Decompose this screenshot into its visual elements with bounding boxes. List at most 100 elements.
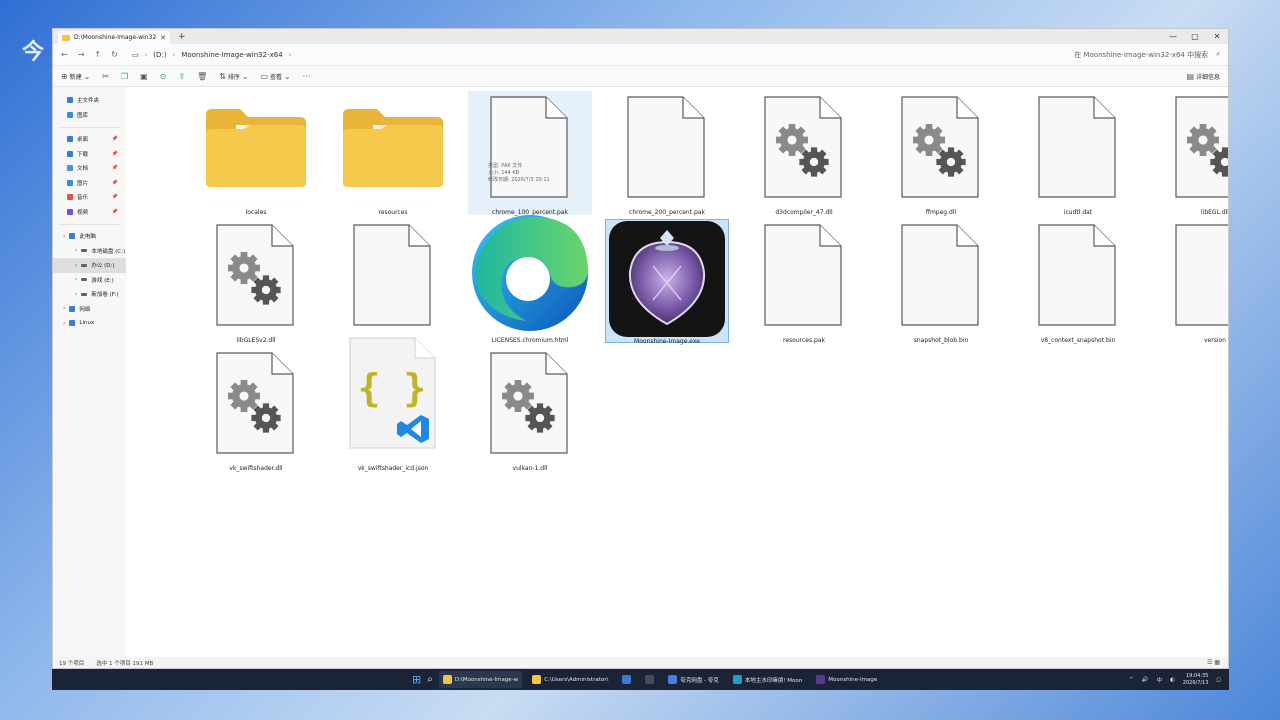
file-icon xyxy=(764,224,842,326)
plus-circle-icon: ⊕ xyxy=(61,71,68,81)
chevron-right-icon[interactable]: › xyxy=(75,276,77,283)
chevron-down-icon: ⌄ xyxy=(283,71,291,81)
volume-icon[interactable]: 🔊 xyxy=(1142,677,1149,683)
tree-item-label: 本地磁盘 (C:) xyxy=(91,248,126,255)
new-label: 新建 xyxy=(69,73,82,81)
delete-icon[interactable]: 🗑 xyxy=(197,72,207,81)
sidebar-item[interactable]: 图片 📌 xyxy=(53,176,126,191)
breadcrumb-drive[interactable]: (D:) xyxy=(153,51,166,59)
file-item[interactable]: icudtl.dat xyxy=(1016,91,1140,216)
refresh-icon[interactable]: ↻ xyxy=(111,50,118,59)
file-item[interactable]: libGLESv2.dll xyxy=(194,219,318,344)
share-icon[interactable]: ⇪ xyxy=(178,72,185,81)
tiles-view-icon[interactable]: ▦ xyxy=(1214,659,1220,666)
taskbar-app[interactable]: 本地主水印嘛朋! Moon xyxy=(729,671,806,688)
chevron-right-icon[interactable]: › xyxy=(75,247,77,254)
view-toggle[interactable]: ☰ ▦ xyxy=(1207,659,1220,666)
file-item[interactable]: LICENSE xyxy=(331,219,455,344)
start-icon[interactable]: ⊞ xyxy=(412,673,421,686)
ime-indicator[interactable]: 中 xyxy=(1156,676,1162,684)
file-item[interactable]: vk_swiftshader.dll xyxy=(194,347,318,472)
file-name: libGLESv2.dll xyxy=(236,337,276,344)
folder-icon xyxy=(67,150,73,157)
search-box[interactable]: 在 Moonshine-Image-win32-x64 中搜索 ⌕ xyxy=(900,50,1220,60)
chevron-right-icon[interactable]: › xyxy=(63,233,65,240)
taskbar-app[interactable]: Moonshine-Image xyxy=(812,671,881,688)
sort-button[interactable]: ⇅ 排序 ⌄ xyxy=(219,72,248,81)
rename-icon[interactable]: ⊙ xyxy=(160,72,167,81)
sidebar-item[interactable]: 下载 📌 xyxy=(53,147,126,162)
file-name: libEGL.dll xyxy=(1201,209,1229,216)
sidebar-item[interactable]: 主文件夹 xyxy=(53,93,126,108)
back-arrow-icon[interactable]: ← xyxy=(61,50,68,59)
minimize-button[interactable]: — xyxy=(1162,29,1184,43)
new-button[interactable]: ⊕ 新建 ⌄ xyxy=(61,72,90,81)
file-item[interactable]: d3dcompiler_47.dll xyxy=(742,91,866,216)
chevron-up-icon[interactable]: ⌃ xyxy=(1129,677,1134,683)
file-item[interactable]: version xyxy=(1153,219,1228,344)
taskbar-app[interactable] xyxy=(641,671,658,688)
file-item[interactable]: v8_context_snapshot.bin xyxy=(1016,219,1140,344)
breadcrumb-folder[interactable]: Moonshine-Image-win32-x64 xyxy=(181,51,282,59)
view-button[interactable]: ▭ 查看 ⌄ xyxy=(261,72,291,81)
chevron-right-icon[interactable]: › xyxy=(63,305,65,312)
chevron-right-icon[interactable]: › xyxy=(75,291,77,298)
tree-item[interactable]: › 办公 (D:) xyxy=(53,258,126,273)
notification-icon[interactable]: ◻ xyxy=(1216,677,1221,683)
tree-item[interactable]: › Linux xyxy=(53,316,126,331)
file-item[interactable]: LICENSES.chromium.html xyxy=(468,215,592,344)
file-name: resources.pak xyxy=(783,337,825,344)
edge-browser-icon xyxy=(472,215,588,331)
file-item[interactable]: chrome_200_percent.pak xyxy=(605,91,729,216)
taskbar-app[interactable] xyxy=(618,671,635,688)
tab-close-icon[interactable]: ✕ xyxy=(160,34,166,42)
maximize-button[interactable]: ▢ xyxy=(1184,29,1206,43)
copy-icon[interactable]: ❐ xyxy=(121,72,128,81)
up-arrow-icon[interactable]: ↑ xyxy=(94,50,101,59)
sidebar-item[interactable]: 文档 📌 xyxy=(53,161,126,176)
folder-icon xyxy=(67,208,73,215)
file-item[interactable]: resources.pak xyxy=(742,219,866,344)
chevron-right-icon[interactable]: › xyxy=(63,320,65,327)
details-button[interactable]: ▤ 详细信息 xyxy=(1187,72,1221,81)
file-item[interactable]: resources xyxy=(331,91,455,216)
file-item[interactable]: ffmpeg.dll xyxy=(879,91,1003,216)
tree-item-label: 新加卷 (F:) xyxy=(91,292,119,299)
tree-item[interactable]: › 网络 xyxy=(53,302,126,317)
file-icon xyxy=(1175,224,1228,326)
tree-item[interactable]: › 本地磁盘 (C:) xyxy=(53,244,126,259)
file-item[interactable]: chrome_100_percent.pak 类型: PAK 文件 大小: 144 … xyxy=(468,91,592,216)
file-item[interactable]: { } vk_swiftshader_icd.json xyxy=(331,337,455,472)
sidebar-item[interactable]: 桌面 📌 xyxy=(53,132,126,147)
cut-icon[interactable]: ✂ xyxy=(102,72,109,81)
tab-title: D:\Moonshine-Image-win32-x xyxy=(74,34,158,41)
tree-item[interactable]: › 此电脑 xyxy=(53,229,126,244)
taskbar-app[interactable]: C:\Users\Administrator\ xyxy=(528,671,612,688)
file-item[interactable]: locales xyxy=(194,91,318,216)
sidebar-item[interactable]: 音乐 📌 xyxy=(53,190,126,205)
file-item[interactable]: Moonshine-Image.exe xyxy=(605,219,729,345)
file-item[interactable]: libEGL.dll xyxy=(1153,91,1229,216)
file-item[interactable]: vulkan-1.dll xyxy=(468,347,592,472)
network-icon[interactable]: ◐ xyxy=(1170,677,1175,683)
folder-icon xyxy=(67,165,73,172)
new-tab-button[interactable]: + xyxy=(178,31,186,44)
search-icon[interactable]: ⌕ xyxy=(427,674,433,685)
more-options-icon[interactable]: ··· xyxy=(303,72,311,81)
tree-item[interactable]: › 新加卷 (F:) xyxy=(53,287,126,302)
breadcrumb[interactable]: ▭ › (D:) › Moonshine-Image-win32-x64 › xyxy=(132,51,292,59)
folder-icon xyxy=(343,109,443,187)
forward-arrow-icon[interactable]: → xyxy=(78,50,85,59)
file-item[interactable]: snapshot_blob.bin xyxy=(879,219,1003,344)
paste-icon[interactable]: ▣ xyxy=(140,72,148,81)
tree-item[interactable]: › 游戏 (E:) xyxy=(53,273,126,288)
sidebar-item[interactable]: 视频 📌 xyxy=(53,205,126,220)
clock[interactable]: 19:04:35 2026/7/13 xyxy=(1183,673,1209,687)
taskbar-app[interactable]: D:\Moonshine-Image-w xyxy=(438,671,523,688)
details-view-icon[interactable]: ☰ xyxy=(1207,659,1212,666)
chevron-right-icon[interactable]: › xyxy=(75,262,77,269)
explorer-tab[interactable]: D:\Moonshine-Image-win32-x ✕ xyxy=(58,31,170,44)
sidebar-item[interactable]: 图库 xyxy=(53,108,126,123)
close-button[interactable]: ✕ xyxy=(1206,29,1228,43)
taskbar-app[interactable]: 夸克网盘 - 夸克 xyxy=(664,671,722,688)
